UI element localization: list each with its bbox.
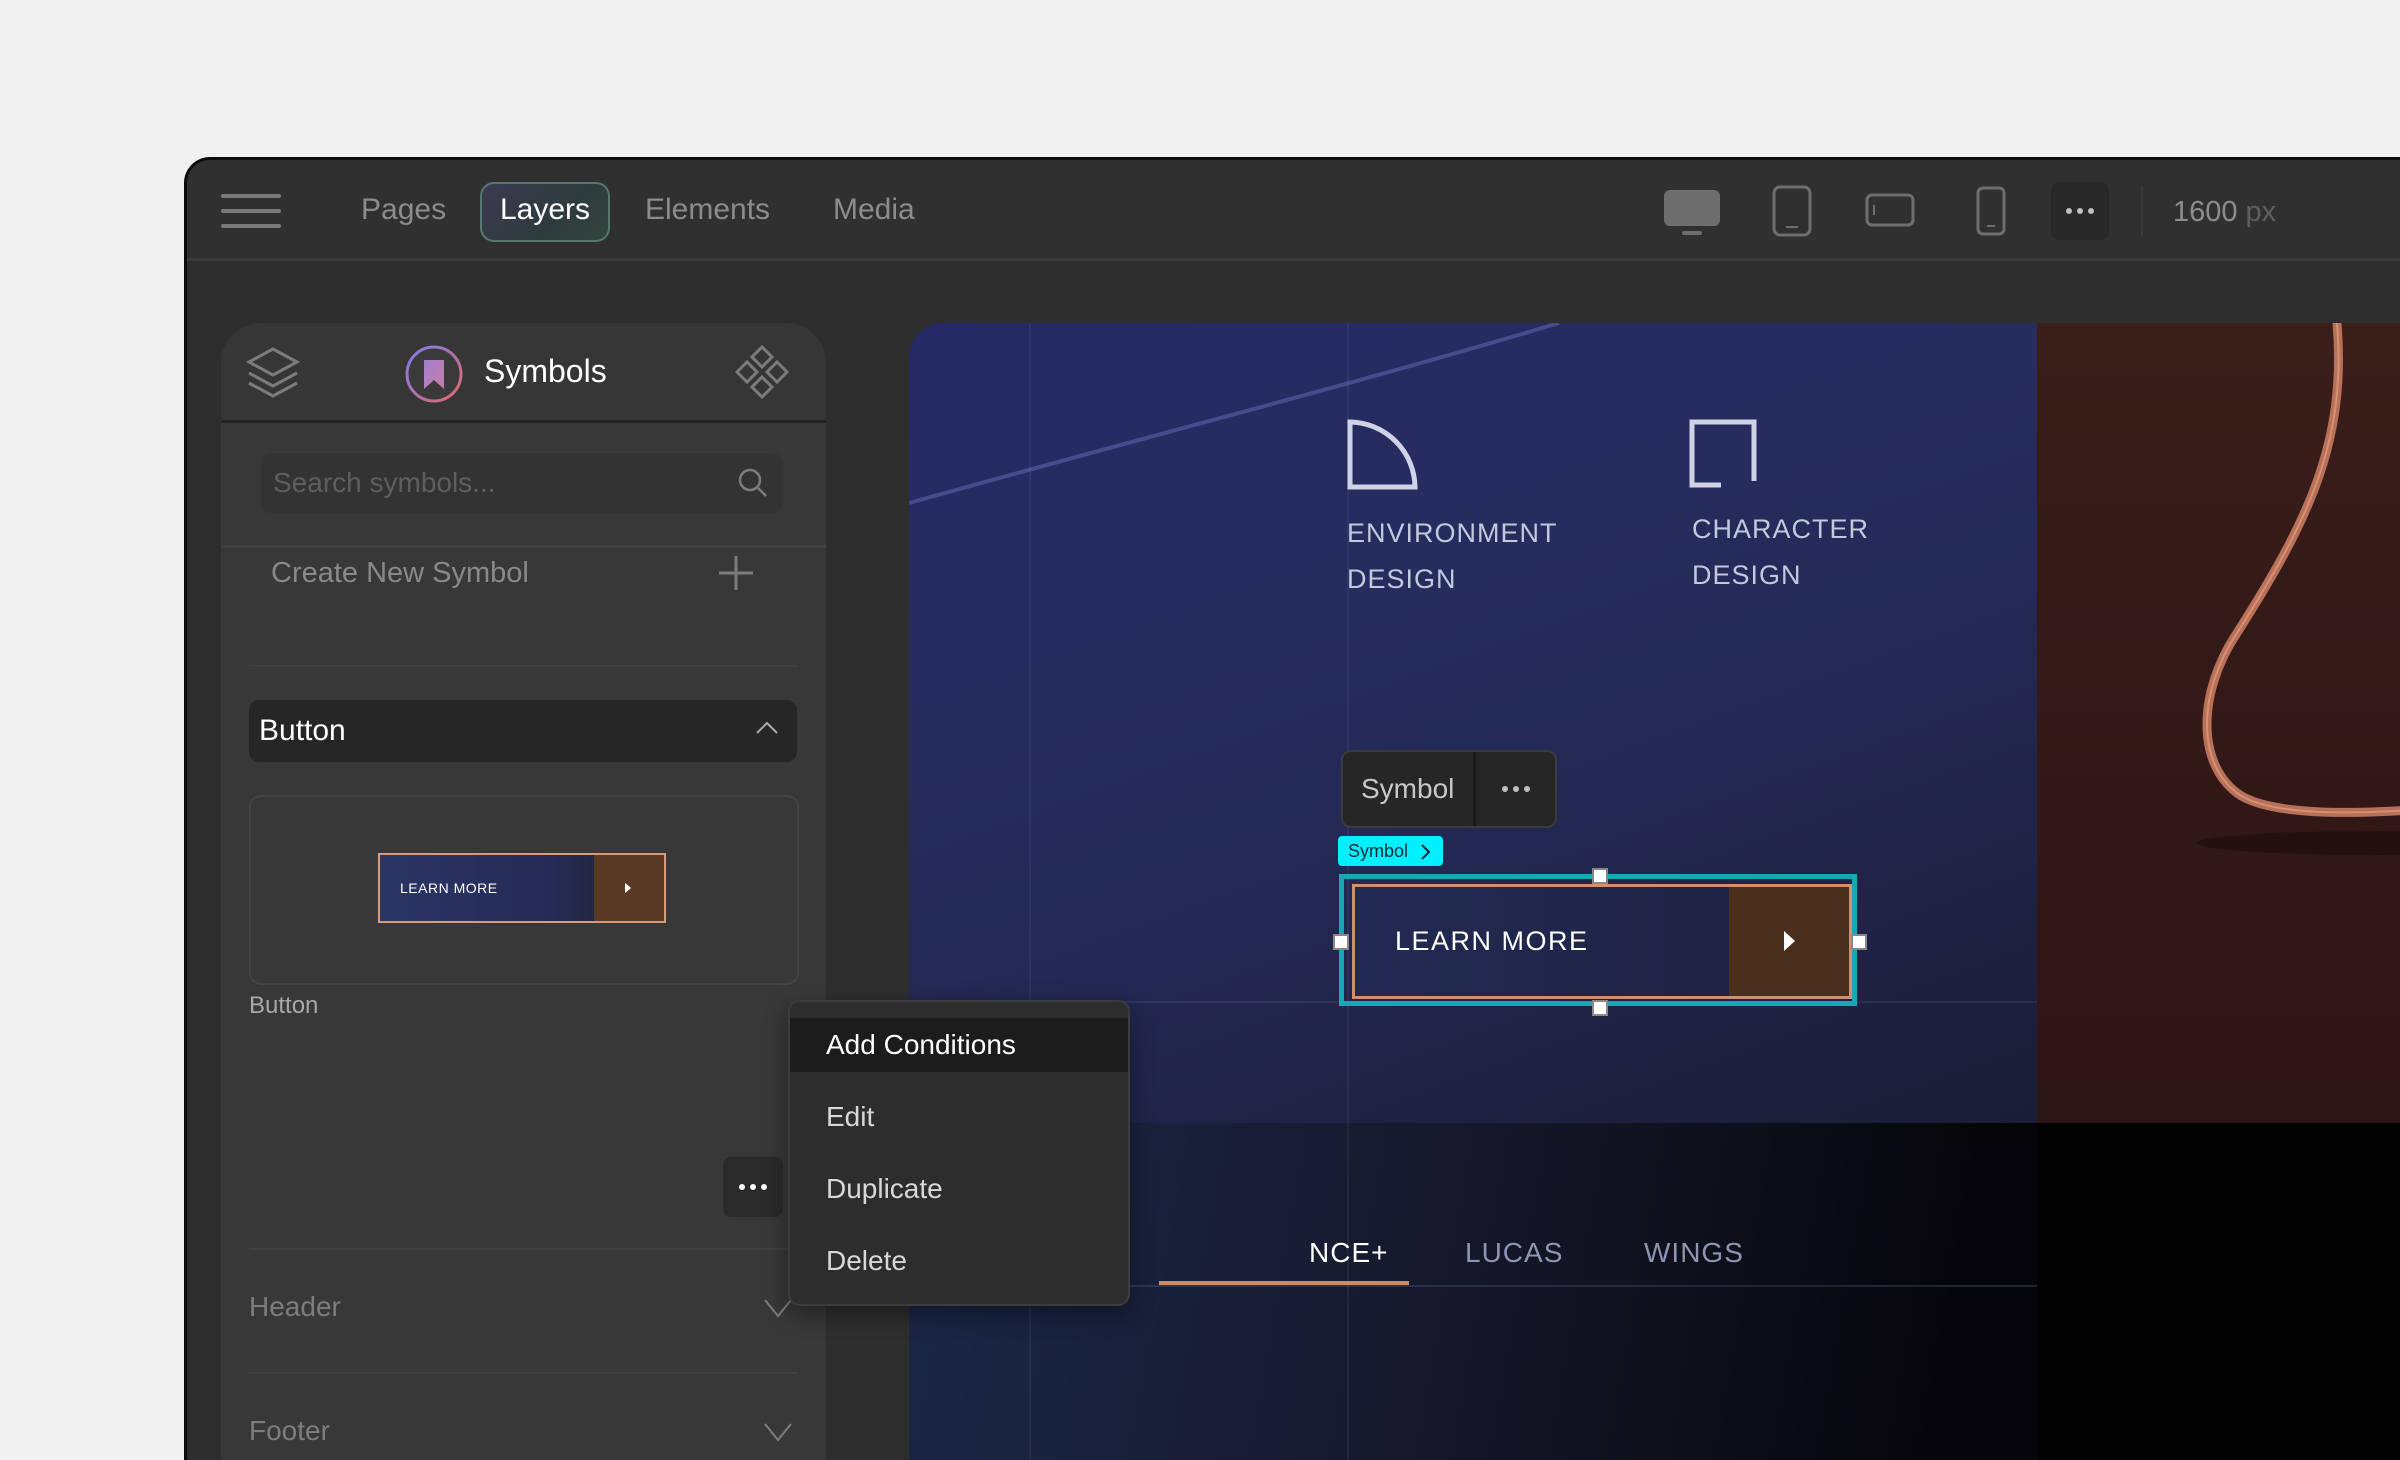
symbol-item-more-button[interactable] [723, 1157, 783, 1217]
nav-tab-active[interactable]: NCE+ [1309, 1223, 1388, 1283]
resize-handle-left[interactable] [1333, 934, 1349, 950]
menu-item-label: Edit [826, 1101, 875, 1132]
menu-item-edit[interactable]: Edit [790, 1090, 1128, 1144]
more-devices-button[interactable] [2051, 182, 2109, 240]
square-bracket-icon [1689, 419, 1757, 488]
symbol-toolbar-label[interactable]: Symbol [1361, 752, 1454, 826]
play-arrow-icon [1784, 931, 1795, 951]
tablet-landscape-icon[interactable] [1864, 192, 1916, 230]
desktop-device-icon[interactable] [1662, 188, 1722, 238]
nav-tab-lucas[interactable]: LUCAS [1465, 1223, 1563, 1283]
resize-handle-right[interactable] [1851, 934, 1867, 950]
chevron-right-icon [1421, 844, 1431, 860]
app-window: Pages Layers Elements Media 1600 px ENVI… [184, 157, 2400, 1460]
artwork-lower [2037, 1123, 2400, 1460]
resize-handle-top[interactable] [1592, 868, 1608, 884]
width-unit: px [2245, 196, 2277, 228]
search-input[interactable]: Search symbols... [261, 453, 783, 513]
symbol-floating-toolbar: Symbol [1341, 750, 1557, 828]
active-tab-underline [1159, 1281, 1409, 1285]
section-header-collapsed[interactable]: Header [249, 1277, 792, 1337]
menu-item-label: Duplicate [826, 1173, 943, 1204]
symbols-bookmark-icon [405, 345, 463, 403]
tab-pages[interactable]: Pages [343, 182, 464, 238]
section-label: Button [259, 714, 346, 747]
components-icon[interactable] [733, 343, 791, 401]
search-placeholder: Search symbols... [273, 467, 496, 498]
quarter-circle-icon [1347, 419, 1418, 490]
menu-item-add-conditions[interactable]: Add Conditions [790, 1018, 1128, 1072]
symbols-panel: Symbols Search symbols... Create New Sym… [221, 323, 826, 1460]
divider [249, 1372, 798, 1374]
phone-device-icon[interactable] [1975, 185, 2007, 237]
tablet-portrait-icon[interactable] [1771, 184, 1813, 238]
more-icon [2066, 208, 2094, 214]
preview-label: LEARN MORE [400, 880, 498, 896]
symbol-more-button[interactable] [1476, 752, 1555, 826]
section-label: Footer [249, 1415, 330, 1446]
menu-icon[interactable] [221, 194, 281, 230]
width-value: 1600 [2173, 196, 2238, 228]
learn-more-label: LEARN MORE [1395, 926, 1589, 956]
learn-more-button[interactable]: LEARN MORE [1352, 884, 1852, 999]
resize-handle-bottom[interactable] [1592, 1000, 1608, 1016]
tab-elements[interactable]: Elements [627, 182, 788, 238]
nav-tab-wings[interactable]: WINGS [1644, 1223, 1744, 1283]
symbol-tag-label: Symbol [1348, 841, 1409, 861]
menu-item-label: Delete [826, 1245, 907, 1276]
more-icon [739, 1184, 767, 1190]
symbol-context-menu: Add Conditions Edit Duplicate Delete [788, 1000, 1130, 1306]
layers-icon[interactable] [245, 345, 301, 401]
chevron-up-icon [756, 721, 778, 734]
more-icon [1501, 786, 1530, 792]
section-footer-collapsed[interactable]: Footer [249, 1401, 792, 1460]
decorative-arc [909, 323, 1560, 505]
top-toolbar: Pages Layers Elements Media 1600 px [187, 160, 2400, 261]
play-arrow-icon [625, 883, 631, 893]
panel-header: Symbols [221, 323, 826, 423]
artwork-panel [2037, 323, 2400, 1123]
feature-title-character: CHARACTER DESIGN [1692, 514, 1870, 590]
tab-media[interactable]: Media [815, 182, 933, 238]
divider [249, 1248, 798, 1250]
chevron-down-icon [764, 1423, 792, 1442]
copper-wire-artwork [2197, 323, 2400, 855]
section-label: Header [249, 1291, 341, 1322]
symbol-preview-card[interactable]: LEARN MORE [249, 795, 799, 985]
plus-icon[interactable] [716, 553, 756, 593]
symbol-breadcrumb-tag[interactable]: Symbol [1338, 836, 1444, 866]
menu-item-label: Add Conditions [826, 1029, 1016, 1060]
create-new-symbol[interactable]: Create New Symbol [271, 523, 529, 623]
chevron-down-icon [764, 1299, 792, 1318]
preview-arrow-block [594, 855, 664, 921]
preview-learn-more-button: LEARN MORE [378, 853, 666, 923]
feature-title-environment: ENVIRONMENT DESIGN [1347, 518, 1558, 594]
arrow-block [1729, 887, 1849, 996]
toolbar-divider [2141, 186, 2143, 236]
symbol-item-name: Button [249, 992, 319, 1019]
menu-item-duplicate[interactable]: Duplicate [790, 1162, 1128, 1216]
search-icon[interactable] [737, 467, 769, 499]
divider [249, 665, 798, 667]
design-canvas[interactable]: ENVIRONMENT DESIGN CHARACTER DESIGN Symbol… [909, 323, 2400, 1460]
menu-item-delete[interactable]: Delete [790, 1234, 1128, 1288]
section-button-header[interactable]: Button [249, 700, 797, 762]
canvas-width-readout[interactable]: 1600 px [2173, 184, 2276, 240]
tab-layers[interactable]: Layers [480, 182, 611, 242]
panel-title: Symbols [484, 353, 607, 389]
